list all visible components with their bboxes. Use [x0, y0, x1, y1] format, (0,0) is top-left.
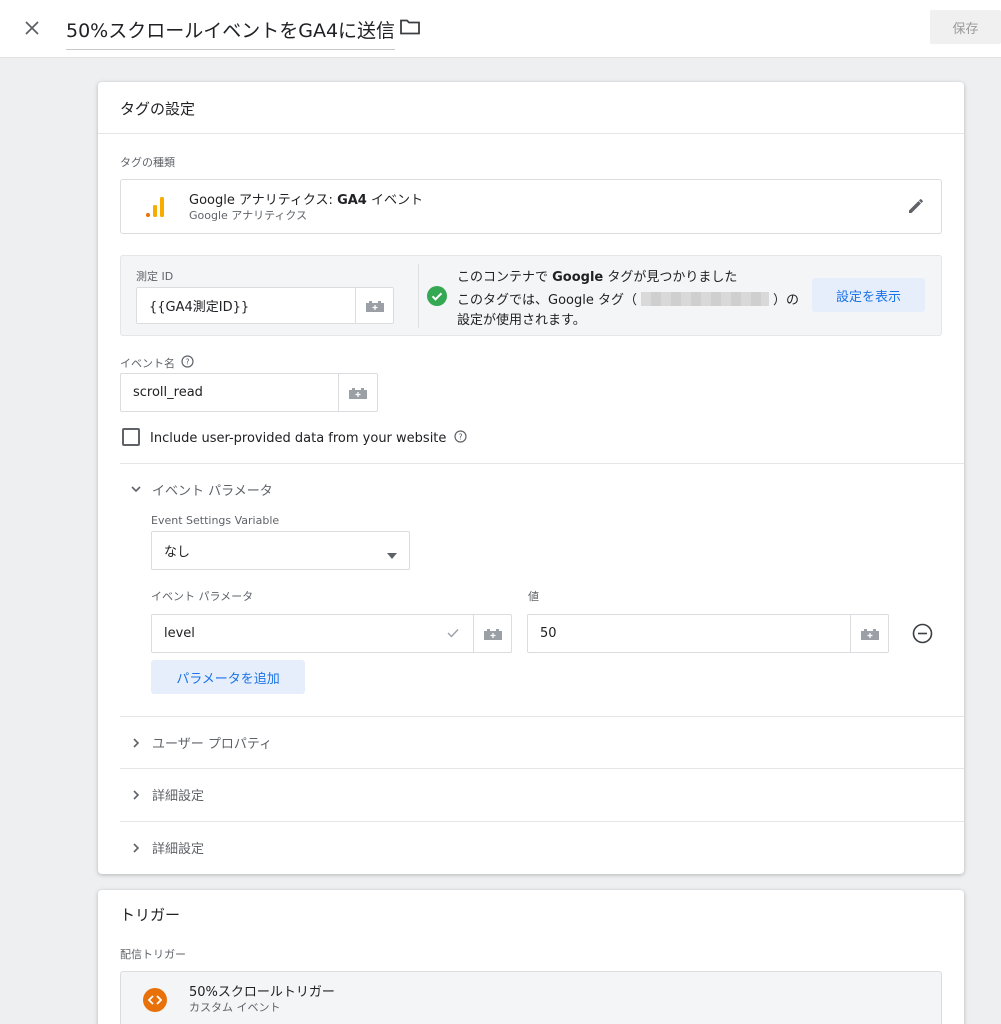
- triggering-card: トリガー 配信トリガー 50%スクロールトリガー カスタム イベント: [98, 890, 964, 1024]
- variable-picker-icon[interactable]: [338, 374, 377, 411]
- tag-configuration-heading: タグの設定: [98, 82, 964, 134]
- check-icon: [447, 627, 459, 642]
- tag-type-selector[interactable]: Google アナリティクス: GA4 イベント Google アナリティクス: [120, 179, 942, 234]
- custom-event-trigger-icon: [143, 988, 167, 1016]
- advanced-settings-section-toggle[interactable]: 詳細設定: [120, 821, 964, 873]
- google-tag-usage-text-line2: 設定が使用されます。: [457, 313, 586, 328]
- dropdown-arrow-icon: [387, 548, 397, 563]
- user-properties-section-label: ユーザー プロパティ: [152, 737, 273, 752]
- event-name-label-row: イベント名 ?: [120, 355, 194, 371]
- top-bar: 50%スクロールイベントをGA4に送信 保存: [0, 0, 1001, 58]
- trigger-item[interactable]: 50%スクロールトリガー カスタム イベント: [120, 971, 942, 1024]
- event-name-value: scroll_read: [133, 385, 203, 400]
- triggering-heading: トリガー: [120, 906, 181, 924]
- measurement-id-input[interactable]: {{GA4測定ID}}: [136, 287, 394, 324]
- trigger-name: 50%スクロールトリガー: [189, 985, 335, 1000]
- svg-text:?: ?: [459, 433, 463, 442]
- parameter-value-column-label: 値: [528, 590, 539, 603]
- google-analytics-icon: [145, 196, 165, 222]
- measurement-id-value: {{GA4測定ID}}: [149, 300, 250, 315]
- advanced-settings-section-toggle[interactable]: 詳細設定: [120, 768, 964, 820]
- folder-icon[interactable]: [399, 18, 423, 40]
- advanced-settings-section-label: 詳細設定: [152, 842, 205, 857]
- svg-text:?: ?: [185, 358, 189, 367]
- redacted-tag-id: [640, 291, 769, 306]
- user-properties-section-toggle[interactable]: ユーザー プロパティ: [120, 716, 964, 768]
- variable-picker-icon[interactable]: [355, 288, 393, 323]
- close-icon[interactable]: [18, 14, 46, 42]
- measurement-id-panel: 測定 ID {{GA4測定ID}} このコンテナで Google タグが見つかり…: [120, 255, 942, 336]
- help-icon[interactable]: ?: [181, 355, 194, 371]
- event-parameters-section-toggle[interactable]: イベント パラメータ: [120, 463, 964, 515]
- event-parameters-section-label: イベント パラメータ: [152, 484, 273, 499]
- chevron-down-icon: [120, 486, 152, 493]
- parameter-value-input[interactable]: 50: [527, 614, 889, 653]
- show-settings-button[interactable]: 設定を表示: [812, 278, 925, 312]
- help-icon[interactable]: ?: [454, 430, 468, 447]
- event-settings-variable-value: なし: [164, 545, 191, 560]
- tag-type-label: タグの種類: [120, 156, 175, 169]
- tag-type-name: Google アナリティクス: GA4 イベント: [189, 193, 423, 208]
- parameter-name-value: level: [164, 626, 195, 641]
- add-parameter-button[interactable]: パラメータを追加: [151, 660, 305, 694]
- tag-configuration-card: タグの設定 タグの種類 Google アナリティクス: GA4 イベント Goo…: [98, 82, 964, 874]
- parameter-name-column-label: イベント パラメータ: [151, 590, 254, 603]
- tag-type-subtitle: Google アナリティクス: [189, 209, 308, 222]
- remove-parameter-icon[interactable]: [912, 623, 933, 648]
- include-user-data-label: Include user-provided data from your web…: [150, 431, 447, 446]
- event-settings-variable-label: Event Settings Variable: [151, 514, 280, 527]
- chevron-right-icon: [120, 842, 152, 853]
- parameter-value-value: 50: [540, 626, 557, 641]
- advanced-settings-section-label: 詳細設定: [152, 789, 205, 804]
- variable-picker-icon[interactable]: [850, 615, 888, 652]
- panel-divider: [418, 264, 419, 328]
- save-button[interactable]: 保存: [930, 10, 1001, 44]
- chevron-right-icon: [120, 789, 152, 800]
- event-name-input[interactable]: scroll_read: [120, 373, 378, 412]
- google-tag-usage-text: このタグでは、Google タグ（ ）の: [457, 291, 799, 308]
- variable-picker-icon[interactable]: [473, 615, 511, 652]
- check-circle-icon: [427, 286, 447, 310]
- include-user-data-checkbox[interactable]: [122, 428, 140, 446]
- edit-pencil-icon[interactable]: [907, 197, 925, 219]
- firing-triggers-label: 配信トリガー: [120, 948, 186, 961]
- parameter-name-input[interactable]: level: [151, 614, 512, 653]
- measurement-id-label: 測定 ID: [136, 270, 174, 283]
- trigger-type: カスタム イベント: [189, 1001, 281, 1014]
- chevron-right-icon: [120, 737, 152, 748]
- google-tag-found-text: このコンテナで Google タグが見つかりました: [457, 270, 738, 285]
- tag-name-title[interactable]: 50%スクロールイベントをGA4に送信: [66, 16, 396, 50]
- event-settings-variable-select[interactable]: なし: [151, 531, 410, 570]
- event-name-label: イベント名: [120, 357, 175, 370]
- include-user-data-row: Include user-provided data from your web…: [150, 430, 468, 447]
